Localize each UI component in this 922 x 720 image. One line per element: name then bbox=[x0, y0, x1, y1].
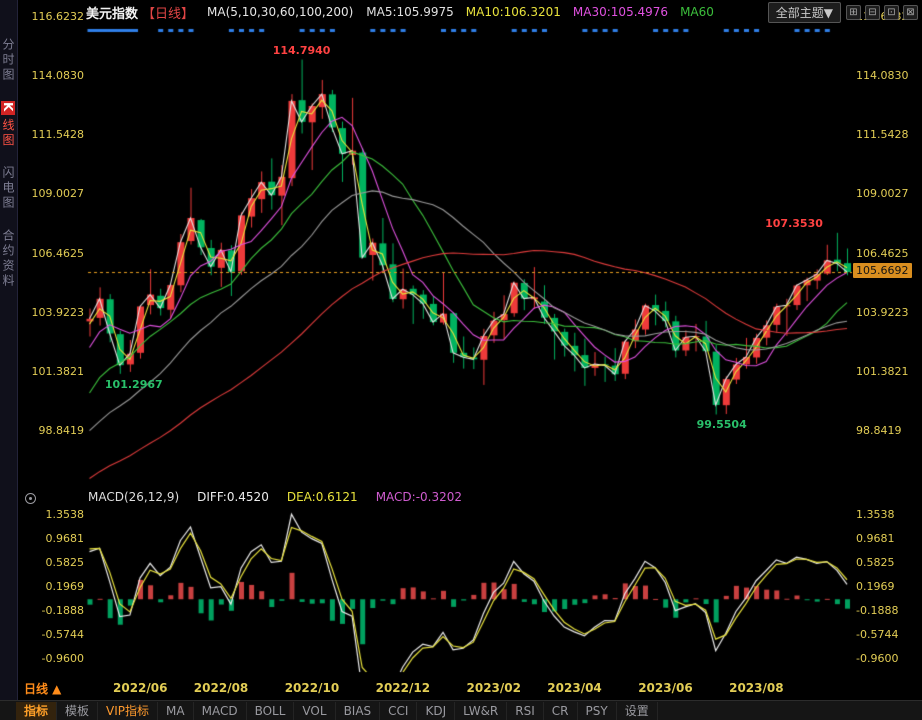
footer-tab[interactable]: PSY bbox=[578, 702, 617, 720]
app-root: { "header": { "symbol": "美元指数", "period"… bbox=[0, 0, 922, 720]
footer-tab[interactable]: 设置 bbox=[617, 702, 658, 720]
footer-tab[interactable]: 指标 bbox=[16, 702, 57, 720]
footer-tab[interactable]: VOL bbox=[294, 702, 335, 720]
kline-badge: K bbox=[1, 101, 15, 115]
price-chart-canvas[interactable] bbox=[0, 0, 922, 720]
sidebar-item-time-chart[interactable]: 分时图 bbox=[0, 38, 17, 83]
ma-legend: MA5:105.9975 MA10:106.3201 MA30:105.4976 MA… bbox=[366, 5, 714, 19]
footer-tab[interactable]: KDJ bbox=[417, 702, 455, 720]
sidebar-item-label: 线图 bbox=[1, 118, 15, 148]
last-price-badge: 105.6692 bbox=[853, 263, 912, 278]
footer-tab[interactable]: LW&R bbox=[455, 702, 507, 720]
sidebar-item-flash-chart[interactable]: 闪电图 bbox=[0, 166, 17, 211]
footer-tab[interactable]: CCI bbox=[380, 702, 417, 720]
sidebar-items: 分时图 K 线图闪电图合约资料 bbox=[0, 0, 17, 289]
macd-legend: MACD(26,12,9) DIFF:0.4520 DEA:0.6121 MAC… bbox=[88, 490, 462, 504]
ma-value-label: MA30:105.4976 bbox=[573, 5, 668, 19]
ma-value-label: MA60 bbox=[680, 5, 714, 19]
footer-tab[interactable]: BIAS bbox=[336, 702, 381, 720]
toolbar-right-tools: 全部主题▼ ⊞ ⊟ ⊡ ⊠ bbox=[768, 2, 918, 23]
left-sidebar: 分时图 K 线图闪电图合约资料 bbox=[0, 0, 18, 700]
layout-maximize-icon[interactable]: ⊠ bbox=[903, 5, 918, 20]
macd-dea-value: DEA:0.6121 bbox=[287, 490, 358, 504]
footer-tab[interactable]: MA bbox=[158, 702, 194, 720]
layout-icons-group: ⊞ ⊟ ⊡ ⊠ bbox=[846, 5, 918, 20]
footer-tab[interactable]: MACD bbox=[194, 702, 247, 720]
footer-tab[interactable]: CR bbox=[544, 702, 578, 720]
footer-tab[interactable]: VIP指标 bbox=[98, 702, 158, 720]
macd-title: MACD(26,12,9) bbox=[88, 490, 179, 504]
footer-tab[interactable]: BOLL bbox=[247, 702, 295, 720]
footer-tabs: 指标模板VIP指标MAMACDBOLLVOLBIASCCIKDJLW&RRSIC… bbox=[16, 702, 658, 720]
sidebar-item-contract-info[interactable]: 合约资料 bbox=[0, 229, 17, 289]
macd-diff-value: DIFF:0.4520 bbox=[197, 490, 269, 504]
macd-hist-value: MACD:-0.3202 bbox=[376, 490, 462, 504]
layout-grid-icon[interactable]: ⊞ bbox=[846, 5, 861, 20]
footer-tab[interactable]: RSI bbox=[507, 702, 544, 720]
sidebar-item-kline-chart[interactable]: K 线图 bbox=[0, 101, 17, 148]
layout-split-icon[interactable]: ⊟ bbox=[865, 5, 880, 20]
symbol-title: 美元指数 bbox=[86, 3, 138, 22]
ma-value-label: MA10:106.3201 bbox=[466, 5, 561, 19]
chart-period-flag[interactable]: 日线 ▲ bbox=[24, 680, 61, 697]
top-toolbar: 美元指数 【日线】 MA(5,10,30,60,100,200) MA5:105… bbox=[86, 0, 918, 24]
layout-single-icon[interactable]: ⊡ bbox=[884, 5, 899, 20]
period-label: 【日线】 bbox=[142, 3, 194, 22]
bottom-tab-bar: 指标模板VIP指标MAMACDBOLLVOLBIASCCIKDJLW&RRSIC… bbox=[0, 700, 922, 720]
indicator-settings-icon[interactable] bbox=[25, 493, 36, 504]
footer-tab[interactable]: 模板 bbox=[57, 702, 98, 720]
theme-dropdown-button[interactable]: 全部主题▼ bbox=[768, 2, 841, 23]
ma-group-label: MA(5,10,30,60,100,200) bbox=[207, 5, 353, 19]
ma-value-label: MA5:105.9975 bbox=[366, 5, 454, 19]
